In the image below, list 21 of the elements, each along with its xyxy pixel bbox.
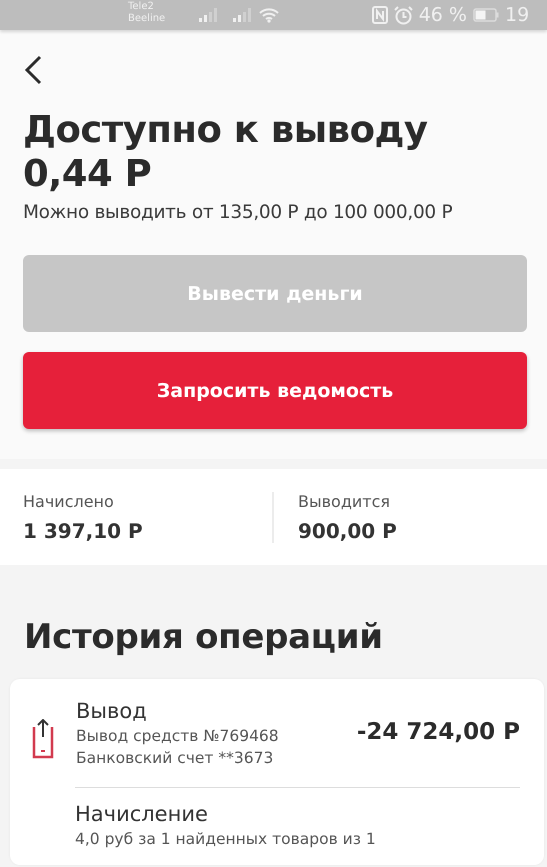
operation-detail: Вывод средств №769468: [76, 726, 279, 747]
stat-value: 900,00 Р: [298, 518, 398, 542]
withdrawal-limits: Можно выводить от 135,00 Р до 100 000,00 Р: [23, 202, 454, 223]
stat-value: 1 397,10 Р: [23, 518, 144, 542]
nfc-icon: [372, 6, 388, 24]
operation-title: Вывод: [76, 698, 148, 725]
battery-icon: [473, 8, 499, 22]
stat-label: Начислено: [23, 492, 115, 510]
back-icon[interactable]: [23, 54, 43, 86]
section-title: История операций: [24, 617, 384, 657]
available-amount: 0,44 Р: [23, 152, 152, 196]
operation-title: Начисление: [75, 801, 209, 828]
stat-label: Выводится: [298, 492, 392, 510]
phone-upload-icon: [30, 719, 56, 759]
operation-detail: 4,0 руб за 1 найденных товаров из 1: [75, 829, 376, 850]
alarm-icon: [394, 6, 413, 24]
request-statement-button[interactable]: Запросить ведомость: [23, 352, 527, 429]
page-title: Доступно к выводу: [23, 108, 428, 152]
operation-detail: Банковский счет **3673: [76, 748, 274, 769]
operation-amount: -24 724,00 Р: [356, 719, 520, 745]
wifi-icon: [259, 7, 280, 23]
